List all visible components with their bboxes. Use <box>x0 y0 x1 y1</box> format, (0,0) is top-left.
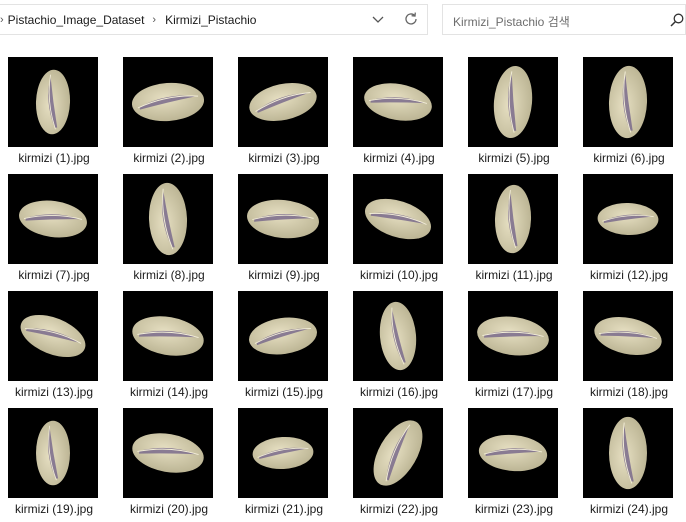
file-thumbnail[interactable] <box>468 408 558 498</box>
file-name[interactable]: kirmizi (2).jpg <box>111 151 227 165</box>
pistachio-image <box>478 434 548 472</box>
file-name[interactable]: kirmizi (18).jpg <box>571 385 686 399</box>
file-name[interactable]: kirmizi (12).jpg <box>571 268 686 282</box>
file-thumbnail[interactable] <box>353 408 443 498</box>
file-name[interactable]: kirmizi (5).jpg <box>456 151 572 165</box>
chevron-right-icon: › <box>0 13 4 26</box>
file-name[interactable]: kirmizi (6).jpg <box>571 151 686 165</box>
file-name[interactable]: kirmizi (22).jpg <box>341 502 457 516</box>
address-bar[interactable]: › Pistachio_Image_Dataset › Kirmizi_Pist… <box>0 4 428 35</box>
search-icon[interactable] <box>669 12 685 28</box>
pistachio-image <box>365 198 431 240</box>
file-thumbnail[interactable] <box>123 174 213 264</box>
file-thumbnail[interactable] <box>123 291 213 381</box>
file-thumbnail[interactable] <box>238 57 328 147</box>
file-thumbnail[interactable] <box>123 57 213 147</box>
pistachio-image <box>252 436 314 470</box>
file-thumbnail[interactable] <box>238 408 328 498</box>
file-name[interactable]: kirmizi (16).jpg <box>341 385 457 399</box>
file-name[interactable]: kirmizi (13).jpg <box>0 385 112 399</box>
search-input[interactable]: Kirmizi_Pistachio 검색 <box>453 13 570 30</box>
file-name[interactable]: kirmizi (11).jpg <box>456 268 572 282</box>
pistachio-image <box>249 317 317 355</box>
file-name[interactable]: kirmizi (15).jpg <box>226 385 342 399</box>
file-thumbnail[interactable] <box>8 291 98 381</box>
pistachio-image <box>477 316 549 356</box>
file-name[interactable]: kirmizi (17).jpg <box>456 385 572 399</box>
file-thumbnail[interactable] <box>353 174 443 264</box>
chevron-down-icon[interactable] <box>370 11 386 27</box>
file-thumbnail[interactable] <box>468 174 558 264</box>
pistachio-image <box>148 182 188 256</box>
pistachio-image <box>247 199 319 239</box>
file-name[interactable]: kirmizi (19).jpg <box>0 502 112 516</box>
file-thumbnail[interactable] <box>8 408 98 498</box>
file-name[interactable]: kirmizi (9).jpg <box>226 268 342 282</box>
pistachio-image <box>20 314 86 358</box>
file-thumbnail[interactable] <box>8 174 98 264</box>
pistachio-image <box>249 83 317 121</box>
pistachio-image <box>494 184 532 254</box>
file-thumbnail[interactable] <box>468 291 558 381</box>
pistachio-image <box>594 317 662 355</box>
file-thumbnail[interactable] <box>123 408 213 498</box>
file-name[interactable]: kirmizi (7).jpg <box>0 268 112 282</box>
file-thumbnail[interactable] <box>583 408 673 498</box>
file-name[interactable]: kirmizi (14).jpg <box>111 385 227 399</box>
pistachio-image <box>19 200 87 238</box>
pistachio-image <box>379 301 417 371</box>
file-thumbnail[interactable] <box>583 174 673 264</box>
pistachio-image <box>373 420 423 486</box>
file-name[interactable]: kirmizi (8).jpg <box>111 268 227 282</box>
file-thumbnail[interactable] <box>353 57 443 147</box>
file-thumbnail[interactable] <box>238 291 328 381</box>
pistachio-image <box>35 420 71 486</box>
pistachio-image <box>132 316 204 356</box>
file-name[interactable]: kirmizi (1).jpg <box>0 151 112 165</box>
pistachio-image <box>493 65 533 139</box>
pistachio-image <box>131 82 205 122</box>
pistachio-image <box>608 416 648 490</box>
pistachio-image <box>364 83 432 121</box>
refresh-icon[interactable] <box>403 11 419 27</box>
breadcrumb: › Pistachio_Image_Dataset › Kirmizi_Pist… <box>0 5 256 34</box>
file-thumbnail[interactable] <box>238 174 328 264</box>
file-thumbnail[interactable] <box>468 57 558 147</box>
file-thumbnail[interactable] <box>353 291 443 381</box>
file-name[interactable]: kirmizi (24).jpg <box>571 502 686 516</box>
file-name[interactable]: kirmizi (10).jpg <box>341 268 457 282</box>
file-name[interactable]: kirmizi (20).jpg <box>111 502 227 516</box>
breadcrumb-item-current[interactable]: Kirmizi_Pistachio <box>165 13 256 27</box>
file-thumbnail[interactable] <box>8 57 98 147</box>
file-name[interactable]: kirmizi (3).jpg <box>226 151 342 165</box>
file-name[interactable]: kirmizi (21).jpg <box>226 502 342 516</box>
pistachio-image <box>35 69 71 135</box>
chevron-right-icon[interactable]: › <box>152 14 156 26</box>
file-thumbnail[interactable] <box>583 57 673 147</box>
pistachio-image <box>608 65 648 139</box>
search-box[interactable]: Kirmizi_Pistachio 검색 <box>442 4 686 35</box>
pistachio-image <box>132 433 204 473</box>
breadcrumb-item-dataset[interactable]: Pistachio_Image_Dataset <box>8 13 145 27</box>
file-name[interactable]: kirmizi (4).jpg <box>341 151 457 165</box>
file-thumbnail[interactable] <box>583 291 673 381</box>
pistachio-image <box>597 202 659 236</box>
file-name[interactable]: kirmizi (23).jpg <box>456 502 572 516</box>
